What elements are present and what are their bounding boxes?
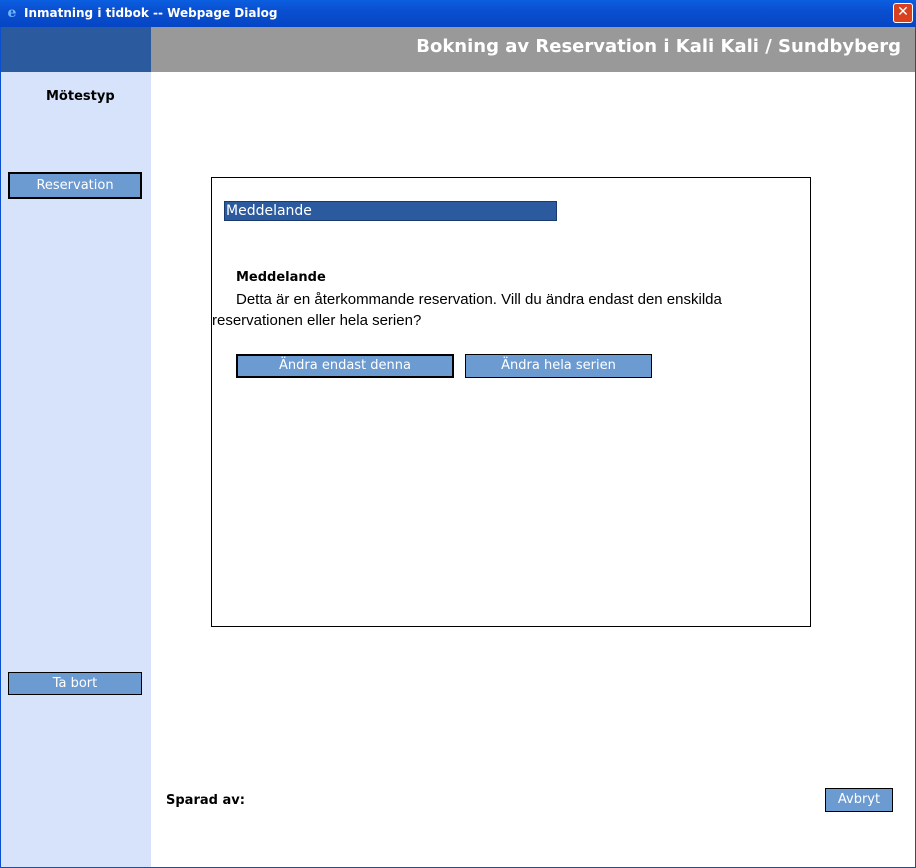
close-icon[interactable]: ✕ — [893, 3, 913, 23]
message-title: Meddelande — [236, 270, 326, 285]
ie-icon: e — [7, 5, 17, 21]
delete-button[interactable]: Ta bort — [8, 672, 142, 695]
page-header: Bokning av Reservation i Kali Kali / Sun… — [151, 27, 915, 72]
saved-by-label: Sparad av: — [166, 793, 245, 808]
page-title: Bokning av Reservation i Kali Kali / Sun… — [416, 36, 901, 57]
message-text: Detta är en återkommande reservation. Vi… — [212, 291, 722, 329]
sidebar-heading: Mötestyp — [46, 89, 115, 104]
edit-only-this-button[interactable]: Ändra endast denna — [236, 354, 454, 378]
sidebar-item-reservation[interactable]: Reservation — [8, 172, 142, 199]
message-caption: Meddelande — [224, 201, 557, 221]
sidebar-header-band — [1, 27, 151, 72]
sidebar: Mötestyp — [1, 27, 151, 867]
edit-whole-series-button[interactable]: Ändra hela serien — [465, 354, 652, 378]
message-box: Meddelande Meddelande Detta är en återko… — [211, 177, 811, 627]
cancel-button[interactable]: Avbryt — [825, 788, 893, 812]
window-title: Inmatning i tidbok -- Webpage Dialog — [24, 6, 278, 20]
window-titlebar[interactable]: e Inmatning i tidbok -- Webpage Dialog ✕ — [0, 0, 916, 27]
